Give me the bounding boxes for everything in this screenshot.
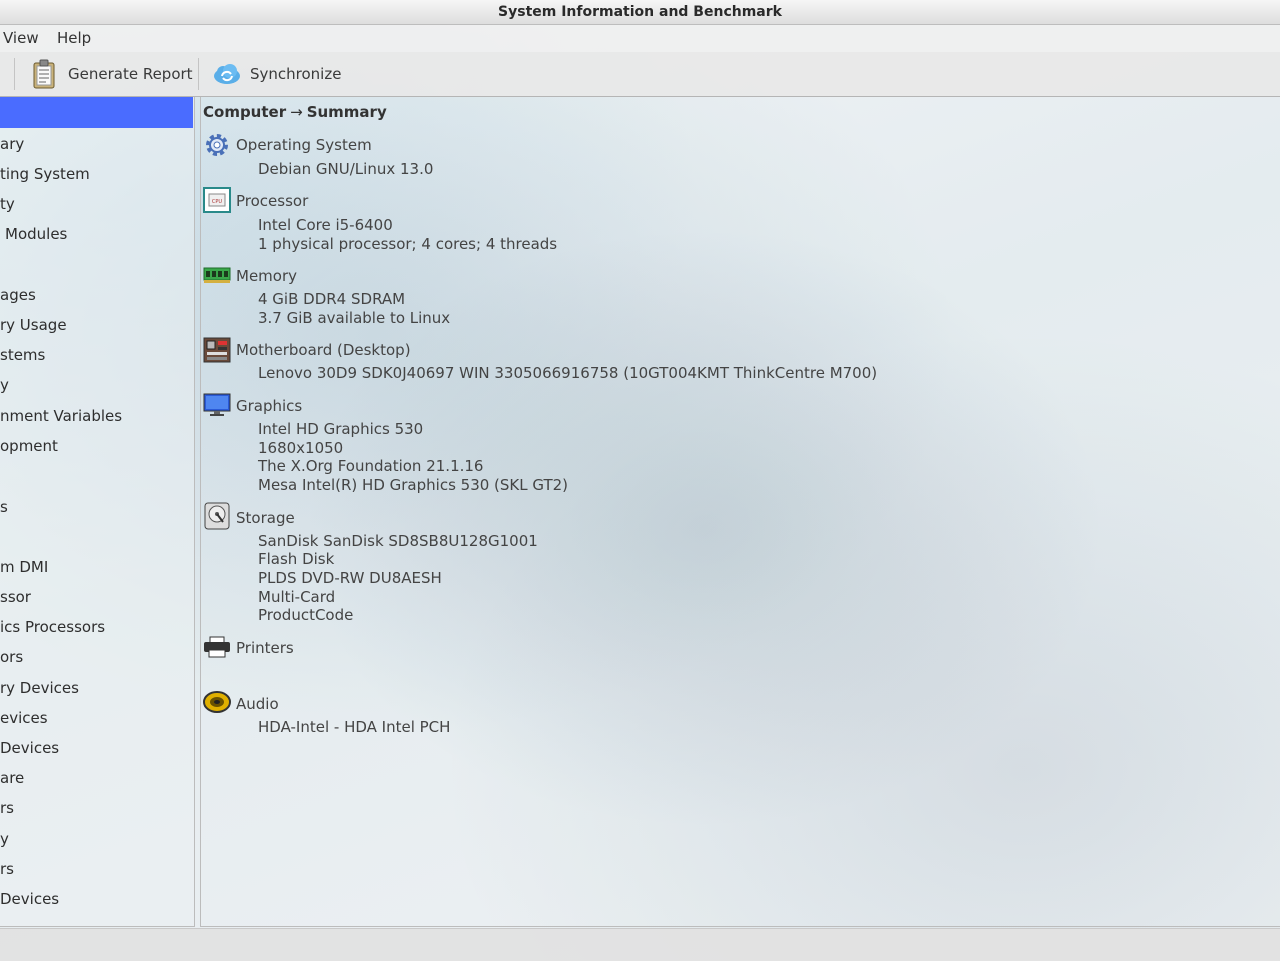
sidebar-item-memory-devices[interactable]: ry Devices [0, 679, 79, 697]
generate-report-label: Generate Report [68, 65, 193, 83]
toolbar: Generate Report Synchronize [0, 52, 1280, 97]
window-title: System Information and Benchmark [0, 0, 1280, 25]
sidebar-item-monitors[interactable]: ors [0, 648, 23, 666]
hard-disk-icon [203, 502, 231, 530]
storage-line: Flash Disk [258, 550, 335, 568]
sidebar-item-environment-variables[interactable]: nment Variables [0, 407, 122, 425]
section-title-os: Operating System [236, 136, 372, 154]
sidebar-item-printers[interactable]: rs [0, 799, 14, 817]
speaker-icon [203, 690, 231, 716]
section-title-motherboard: Motherboard (Desktop) [236, 341, 411, 359]
sidebar-selected-row[interactable] [0, 97, 193, 128]
breadcrumb-root: Computer [203, 103, 287, 121]
storage-line: PLDS DVD-RW DU8AESH [258, 569, 442, 587]
toolbar-separator [14, 58, 15, 90]
memory-line: 3.7 GiB available to Linux [258, 309, 451, 327]
section-title-printers: Printers [236, 639, 294, 657]
sidebar-item-system-dmi[interactable]: m DMI [0, 558, 48, 576]
monitor-icon [203, 392, 231, 418]
section-title-storage: Storage [236, 509, 295, 527]
sidebar-item-sensors[interactable]: rs [0, 860, 14, 878]
os-line: Debian GNU/Linux 13.0 [258, 160, 434, 178]
sidebar-item-firmware[interactable]: are [0, 769, 24, 787]
synchronize-button[interactable]: Synchronize [212, 52, 341, 96]
sidebar-tree: ary ting System ty Modules ages ry Usage… [0, 97, 195, 927]
sidebar-item-operating-system[interactable]: ting System [0, 165, 90, 183]
svg-text:CPU: CPU [212, 199, 223, 205]
graphics-line: 1680x1050 [258, 439, 344, 457]
summary-panel: Computer → Summary Operating System Debian… [200, 97, 1280, 927]
sidebar-item-battery[interactable]: y [0, 830, 9, 848]
graphics-line: Mesa Intel(R) HD Graphics 530 (SKL GT2) [258, 476, 569, 494]
gear-icon [203, 131, 231, 157]
section-title-processor: Processor [236, 192, 309, 210]
menu-bar: View Help [0, 25, 1280, 52]
breadcrumb: Computer → Summary [203, 103, 387, 121]
sidebar-item-input-devices[interactable]: Devices [0, 890, 59, 908]
menu-help[interactable]: Help [57, 25, 91, 52]
processor-line: Intel Core i5-6400 [258, 216, 393, 234]
sidebar-item-devices[interactable]: s [0, 498, 8, 516]
sidebar-item-display[interactable]: y [0, 376, 9, 394]
section-title-audio: Audio [236, 695, 279, 713]
cloud-sync-icon [212, 62, 242, 86]
storage-line: ProductCode [258, 606, 354, 624]
printer-icon [203, 636, 231, 662]
section-title-graphics: Graphics [236, 397, 303, 415]
motherboard-line: Lenovo 30D9 SDK0J40697 WIN 3305066916758… [258, 364, 878, 382]
graphics-line: The X.Org Foundation 21.1.16 [258, 457, 484, 475]
processor-line: 1 physical processor; 4 cores; 4 threads [258, 235, 558, 253]
sidebar-item-memory-usage[interactable]: ry Usage [0, 316, 67, 334]
status-bar [0, 928, 1280, 961]
storage-line: SanDisk SanDisk SD8SB8U128G1001 [258, 532, 538, 550]
audio-line: HDA-Intel - HDA Intel PCH [258, 718, 451, 736]
memory-line: 4 GiB DDR4 SDRAM [258, 290, 406, 308]
generate-report-button[interactable]: Generate Report [32, 52, 193, 96]
synchronize-label: Synchronize [250, 65, 342, 83]
breadcrumb-current: Summary [306, 103, 387, 121]
sidebar-item-summary[interactable]: ary [0, 135, 24, 153]
cpu-icon: CPU [203, 187, 231, 213]
sidebar-item-pci-devices[interactable]: evices [0, 709, 48, 727]
sidebar-item-kernel-modules[interactable]: Modules [5, 225, 67, 243]
memory-icon [203, 265, 231, 291]
menu-view[interactable]: View [3, 25, 39, 52]
sidebar-item-filesystems[interactable]: stems [0, 346, 45, 364]
motherboard-icon [203, 337, 231, 363]
sidebar-item-development[interactable]: opment [0, 437, 58, 455]
breadcrumb-arrow: → [290, 103, 303, 121]
sidebar-item-languages[interactable]: ages [0, 286, 36, 304]
sidebar-item-usb-devices[interactable]: Devices [0, 739, 59, 757]
sidebar-item-graphics-processors[interactable]: ics Processors [0, 618, 105, 636]
graphics-line: Intel HD Graphics 530 [258, 420, 424, 438]
sidebar-item-processor[interactable]: ssor [0, 588, 31, 606]
sidebar-item-security[interactable]: ty [0, 195, 15, 213]
storage-line: Multi-Card [258, 588, 336, 606]
section-title-memory: Memory [236, 267, 298, 285]
toolbar-separator [198, 58, 199, 90]
clipboard-icon [32, 59, 58, 89]
